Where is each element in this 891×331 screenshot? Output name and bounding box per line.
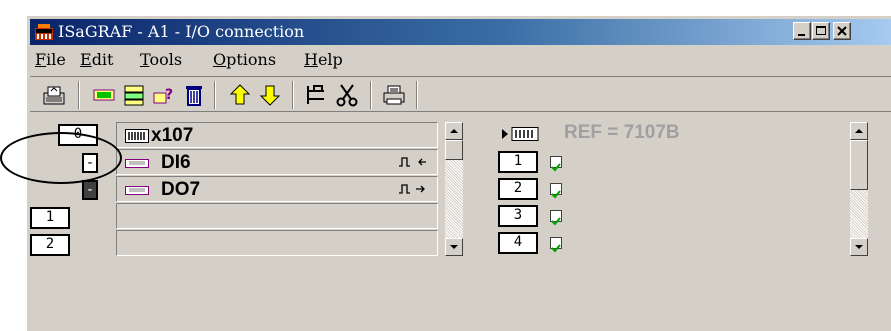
boards-scrollbar[interactable] <box>445 122 463 256</box>
slot-button-do7[interactable]: - <box>82 180 98 200</box>
board-name: DI6 <box>161 152 191 173</box>
io-connection-panel: 0 - - 1 2 x107 DI6 DO7 REF = 7107B 1 2 3… <box>30 116 891 331</box>
channel-button-3[interactable]: 3 <box>498 205 538 227</box>
move-up-button[interactable] <box>228 83 252 107</box>
tree-icon <box>307 85 324 104</box>
slot-button-2[interactable]: 2 <box>30 234 70 256</box>
delete-button[interactable] <box>182 83 206 107</box>
toolbar: ? <box>30 76 891 112</box>
input-board-icon <box>125 159 149 168</box>
save-icon <box>43 86 65 105</box>
help-button[interactable]: ? <box>152 83 176 107</box>
channel-button-1[interactable]: 1 <box>498 151 538 173</box>
move-down-icon <box>259 85 281 106</box>
arrow-up-icon <box>450 129 458 133</box>
maximize-icon <box>816 26 826 35</box>
channel-2-checkbox[interactable] <box>550 183 562 199</box>
cut-button[interactable] <box>335 83 359 107</box>
scroll-up-button[interactable] <box>445 122 463 140</box>
delete-icon <box>186 86 202 106</box>
scroll-down-button[interactable] <box>850 238 868 256</box>
board-reference: REF = 7107B <box>564 122 680 143</box>
channels-scrollbar[interactable] <box>850 122 868 256</box>
channel-button-4[interactable]: 4 <box>498 232 538 254</box>
svg-text:?: ? <box>165 87 173 103</box>
arrow-down-icon <box>855 245 863 249</box>
minimize-icon <box>798 34 805 36</box>
check-icon <box>551 190 561 199</box>
move-up-icon <box>229 84 251 105</box>
isagraf-app-icon <box>35 24 53 40</box>
toolbar-separator <box>292 81 294 109</box>
digital-output-icon <box>399 184 425 194</box>
check-icon <box>551 244 561 253</box>
digital-input-icon <box>399 157 426 167</box>
save-button[interactable] <box>42 83 66 107</box>
connect-icon <box>124 85 144 106</box>
board-name: x107 <box>151 125 194 146</box>
title-bar[interactable]: ISaGRAF - A1 - I/O connection <box>30 19 891 45</box>
channel-button-2[interactable]: 2 <box>498 178 538 200</box>
move-down-button[interactable] <box>258 83 282 107</box>
board-row-x107[interactable]: x107 <box>116 122 438 148</box>
board-icon <box>125 129 149 143</box>
menu-edit[interactable]: Edit <box>80 49 113 71</box>
scroll-thumb[interactable] <box>445 140 463 160</box>
board-icon <box>93 89 115 101</box>
board-row-empty[interactable] <box>116 230 438 256</box>
menu-tools[interactable]: Tools <box>140 49 182 71</box>
channel-1-checkbox[interactable] <box>550 156 562 172</box>
toolbar-separator <box>78 81 80 109</box>
output-board-icon <box>125 186 149 195</box>
help-icon: ? <box>153 87 173 104</box>
board-button[interactable] <box>92 83 116 107</box>
board-name: DO7 <box>161 179 201 200</box>
window-title: ISaGRAF - A1 - I/O connection <box>58 22 305 41</box>
board-row-empty[interactable] <box>116 203 438 229</box>
cut-icon <box>336 84 358 107</box>
close-icon <box>837 26 847 36</box>
menu-options[interactable]: Options <box>213 49 276 71</box>
print-button[interactable] <box>382 83 406 107</box>
toolbar-separator <box>214 81 216 109</box>
menu-file[interactable]: File <box>35 49 66 71</box>
slot-button-1[interactable]: 1 <box>30 207 70 229</box>
menu-help[interactable]: Help <box>304 49 343 71</box>
maximize-button[interactable] <box>812 22 830 40</box>
highlight-ellipse <box>0 132 122 184</box>
board-row-di6[interactable]: DI6 <box>116 149 438 175</box>
connect-button[interactable] <box>122 83 146 107</box>
board-reference-icon <box>502 127 539 141</box>
menu-bar: File Edit Tools Options Help <box>30 46 891 74</box>
board-row-do7[interactable]: DO7 <box>116 176 438 202</box>
app-window: ISaGRAF - A1 - I/O connection File Edit … <box>25 14 891 331</box>
toolbar-separator <box>416 81 418 109</box>
arrow-down-icon <box>450 245 458 249</box>
scroll-down-button[interactable] <box>445 238 463 256</box>
scroll-up-button[interactable] <box>850 122 868 140</box>
check-icon <box>551 217 561 226</box>
check-icon <box>551 163 561 172</box>
print-icon <box>383 85 405 105</box>
scroll-thumb[interactable] <box>850 140 868 190</box>
toolbar-separator <box>370 81 372 109</box>
channel-3-checkbox[interactable] <box>550 210 562 226</box>
minimize-button[interactable] <box>793 22 811 40</box>
close-button[interactable] <box>833 22 851 40</box>
arrow-up-icon <box>855 129 863 133</box>
channel-4-checkbox[interactable] <box>550 237 562 253</box>
tree-button[interactable] <box>304 83 328 107</box>
